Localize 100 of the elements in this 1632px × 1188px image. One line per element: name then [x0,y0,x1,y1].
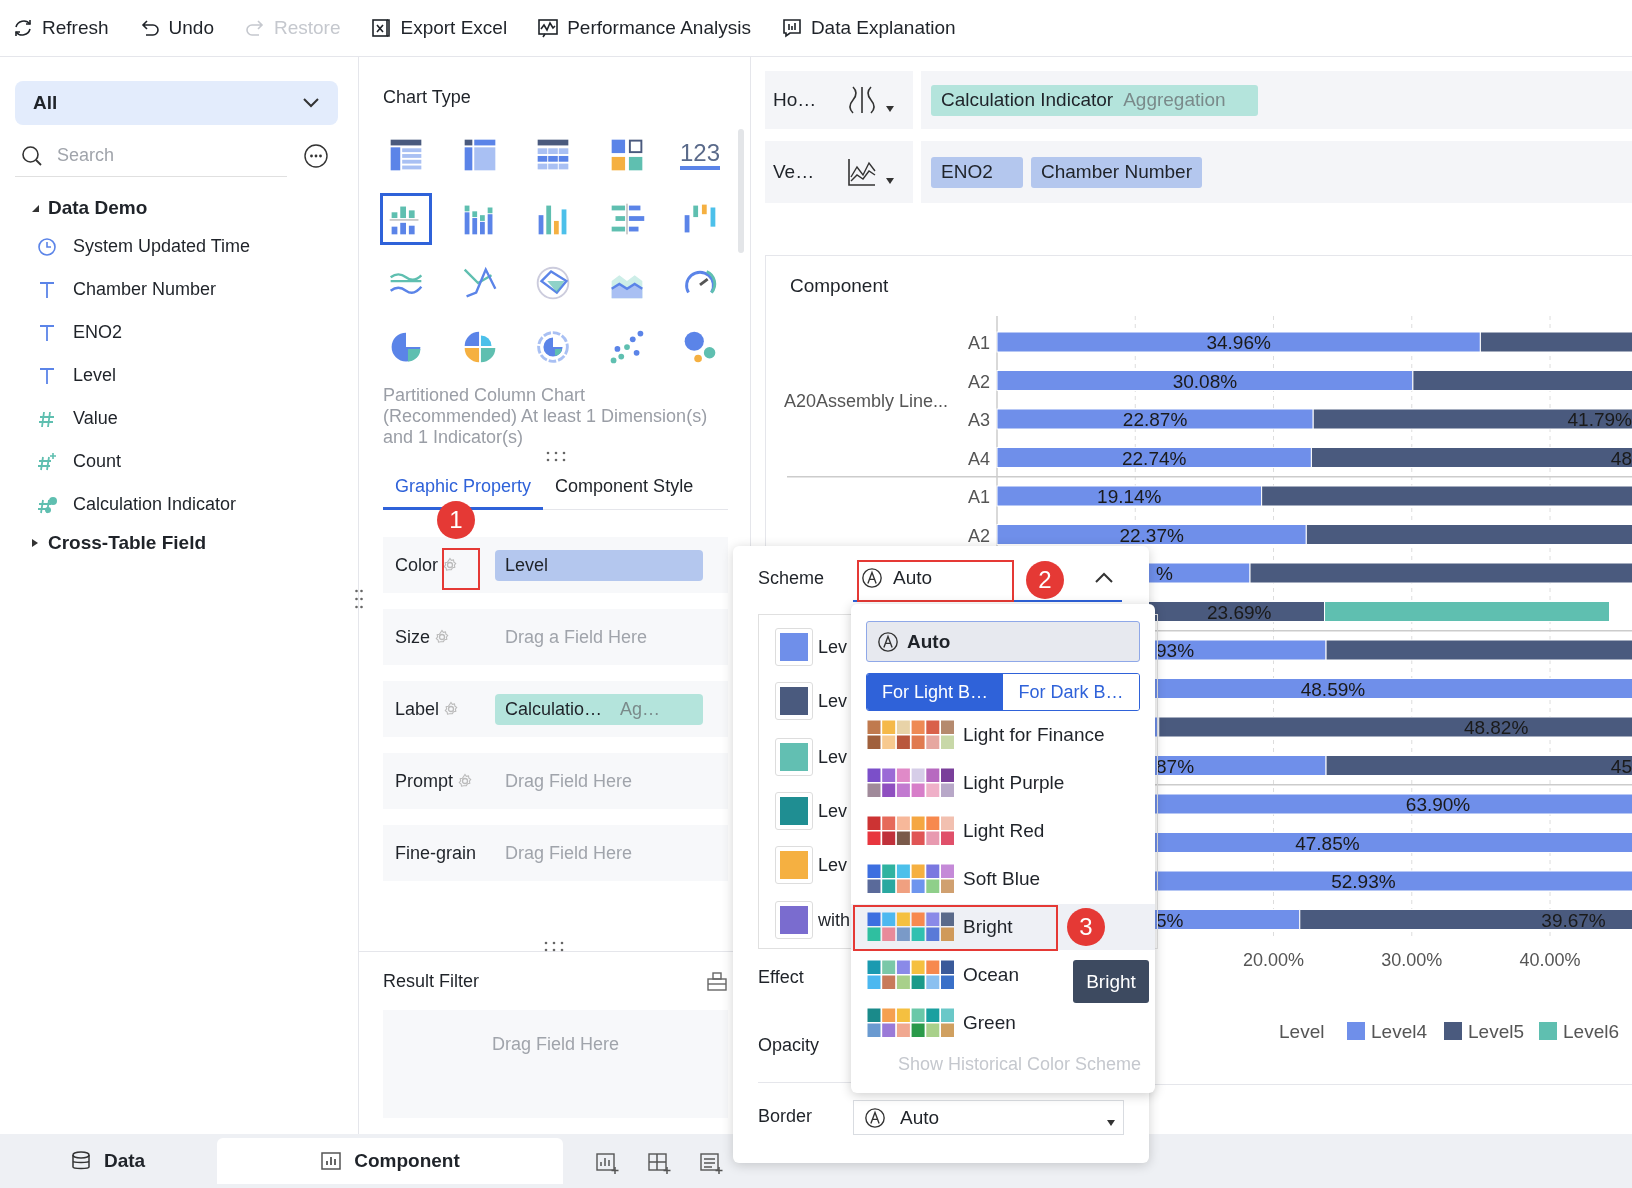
more-icon[interactable] [303,143,329,169]
color-swatch[interactable] [775,901,813,939]
field-item[interactable]: Value [73,408,118,429]
count-field-icon [37,451,57,472]
color-swatch[interactable] [775,682,813,720]
data-label: 48.82% [1463,717,1529,738]
scheme-option[interactable]: Light Purple [851,760,1073,806]
filter-settings-icon[interactable] [706,970,728,992]
field-item[interactable]: System Updated Time [73,236,251,257]
data-label: 41.79% [1567,409,1632,430]
caret-icon [1107,1119,1115,1126]
category-label: A1 [967,333,990,353]
property-label: Color [395,554,438,576]
database-icon [69,1150,92,1172]
field-chip[interactable]: ENO2 [931,156,1023,188]
drop-hint: Drag Field Here [504,770,633,792]
field-chip[interactable]: Calculatio… Ag… [495,693,703,725]
text-field-icon [37,279,57,300]
field-chip[interactable]: Chamber Number [1031,156,1202,188]
step-badge: 2 [1026,561,1064,599]
resize-handle-icon[interactable] [354,587,364,611]
expanded-triangle-icon[interactable] [30,203,40,213]
caret-icon[interactable] [885,105,895,113]
auto-mode-icon [861,567,883,589]
field-item[interactable]: Calculation Indicator [73,494,237,515]
auto-scheme-option[interactable]: Auto [866,621,1140,662]
scheme-option[interactable]: Soft Blue [851,856,1049,902]
refresh-button[interactable]: Refresh [12,17,109,39]
color-item-label: Lev [818,746,848,768]
legend-label: Level4 [1371,1021,1427,1042]
color-item-label: Lev [818,800,848,822]
undo-button[interactable]: Undo [138,17,214,39]
scheme-option[interactable]: Ocean [851,952,1027,998]
tick-label: 40.00% [1519,950,1581,970]
field-item[interactable]: Level [73,365,117,386]
data-explanation-button[interactable]: Data Explanation [780,17,956,39]
export-excel-button[interactable]: Export Excel [370,17,508,39]
gear-icon[interactable] [434,629,450,645]
data-label: 23.69% [1207,601,1272,623]
search-field[interactable]: Search [55,144,259,167]
gear-icon[interactable] [457,773,474,789]
bottom-tab[interactable]: Component [217,1138,563,1184]
color-item-label: Lev [818,854,848,876]
color-swatch[interactable] [775,738,813,776]
data-label: 19.14% [1097,486,1162,507]
tooltip: Bright [1073,960,1149,1003]
tree-folder[interactable]: Data Demo [15,191,338,225]
performance-analysis-button[interactable]: Performance Analysis [537,17,751,39]
text-field-icon [37,322,57,343]
add-table-icon[interactable] [699,1151,723,1175]
scheme-option[interactable]: Green [851,1000,1024,1046]
border-select[interactable]: Auto [853,1100,1124,1135]
scheme-option[interactable]: Light Red [851,808,1053,854]
category-label: A3 [967,410,990,430]
field-item[interactable]: ENO2 [73,322,123,343]
explanation-icon [780,17,803,39]
excel-icon [370,17,393,39]
tree-folder[interactable]: Cross-Table Field [15,526,338,560]
add-chart-icon[interactable] [595,1151,619,1175]
field-chip[interactable]: Calculation Indicator Aggregation [931,84,1258,116]
data-label: 63.90% [1405,794,1471,815]
add-layout-icon[interactable] [647,1151,671,1175]
category-label: A2 [967,371,990,392]
collapsed-triangle-icon[interactable] [30,538,40,548]
chart-title: Component [789,274,890,298]
drag-handle-icon[interactable] [542,940,566,952]
data-label: 87% [1156,755,1195,777]
legend-label: Level5 [1468,1021,1524,1042]
search-icon [21,144,43,167]
color-swatch[interactable] [775,846,813,884]
field-item[interactable]: Count [73,451,122,472]
property-label: Fine-grain [395,842,477,864]
category-label: A2 [967,525,990,546]
folder-label: Cross-Table Field [48,532,206,554]
refresh-icon [12,17,34,39]
chart-description: Partitioned Column Chart (Recommended) At least 1 Dimension(s) and 1 Indicator(s) [383,385,709,448]
field-chip[interactable]: Level [495,549,703,581]
tick-label: 30.00% [1381,950,1443,970]
category-label: A1 [967,487,990,507]
gear-icon[interactable] [442,557,458,573]
setting-label: Border [758,1106,813,1127]
property-tab[interactable]: Component Style [543,466,706,510]
color-swatch[interactable] [775,792,813,830]
restore-icon [243,17,266,39]
data-label: 22.87% [1122,409,1188,430]
field-item[interactable]: Chamber Number [73,279,217,300]
scheme-option[interactable]: Light for Finance [851,712,1113,758]
scheme-select[interactable]: Auto [861,558,1011,598]
color-item-label: with [818,909,850,931]
property-label: Prompt [395,770,454,792]
filter-dropdown[interactable]: All [15,81,338,125]
bottom-tab[interactable]: Data [0,1138,215,1184]
color-swatch[interactable] [775,628,813,666]
gear-icon[interactable] [443,701,460,717]
chevron-up-icon[interactable] [1094,572,1114,584]
caret-icon[interactable] [885,177,895,185]
partitioned-column-chart-icon[interactable] [380,193,432,245]
theme-tab[interactable]: For Light B… [867,674,1003,710]
scrollbar[interactable] [738,129,744,253]
chart-icon [320,1150,343,1172]
